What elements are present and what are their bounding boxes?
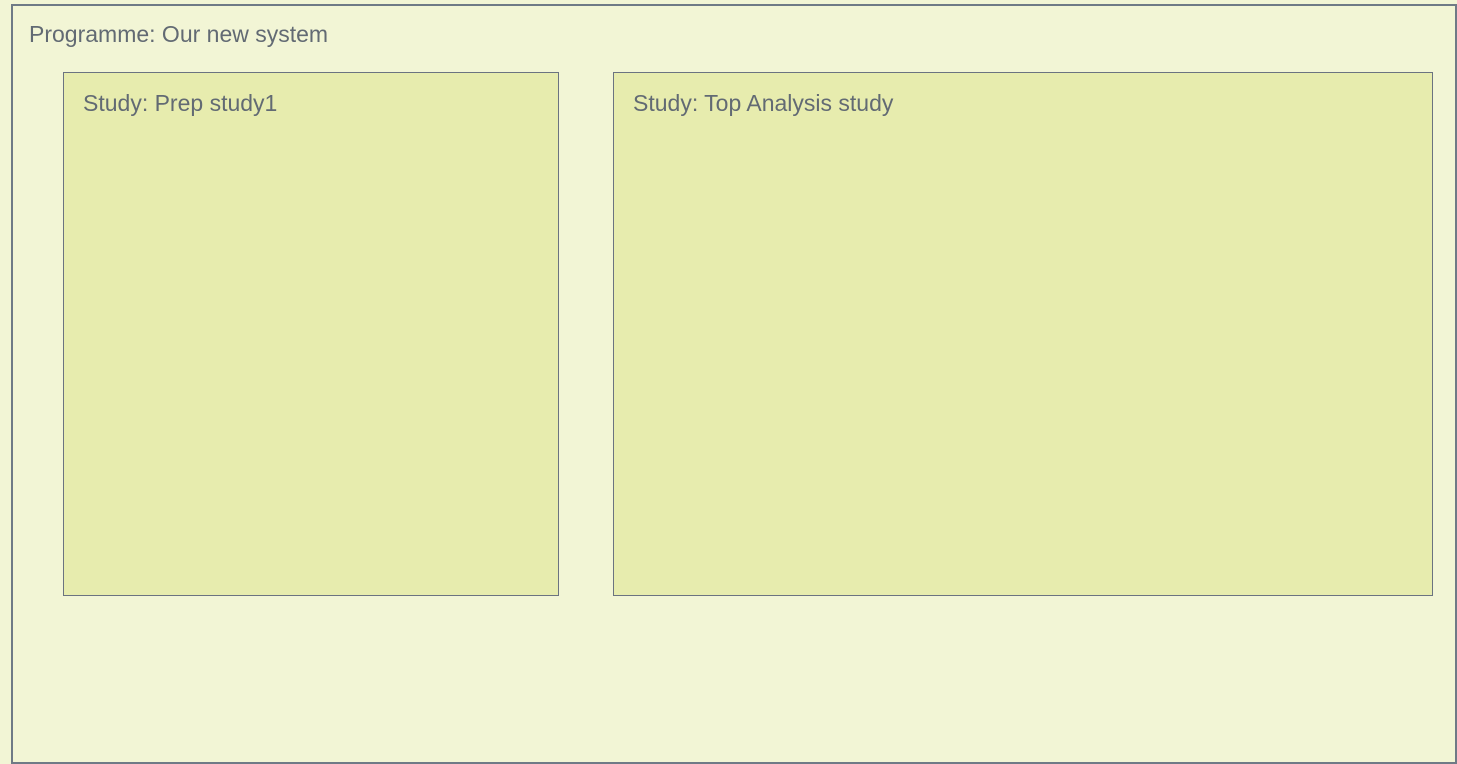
programme-container: Programme: Our new system Study: Prep st… (11, 4, 1457, 764)
study-box-prep-study1: Study: Prep study1 (63, 72, 559, 596)
study-label: Study: Top Analysis study (633, 90, 894, 116)
study-box-top-analysis-study: Study: Top Analysis study (613, 72, 1433, 596)
study-label: Study: Prep study1 (83, 90, 278, 116)
programme-label: Programme: Our new system (29, 21, 329, 47)
